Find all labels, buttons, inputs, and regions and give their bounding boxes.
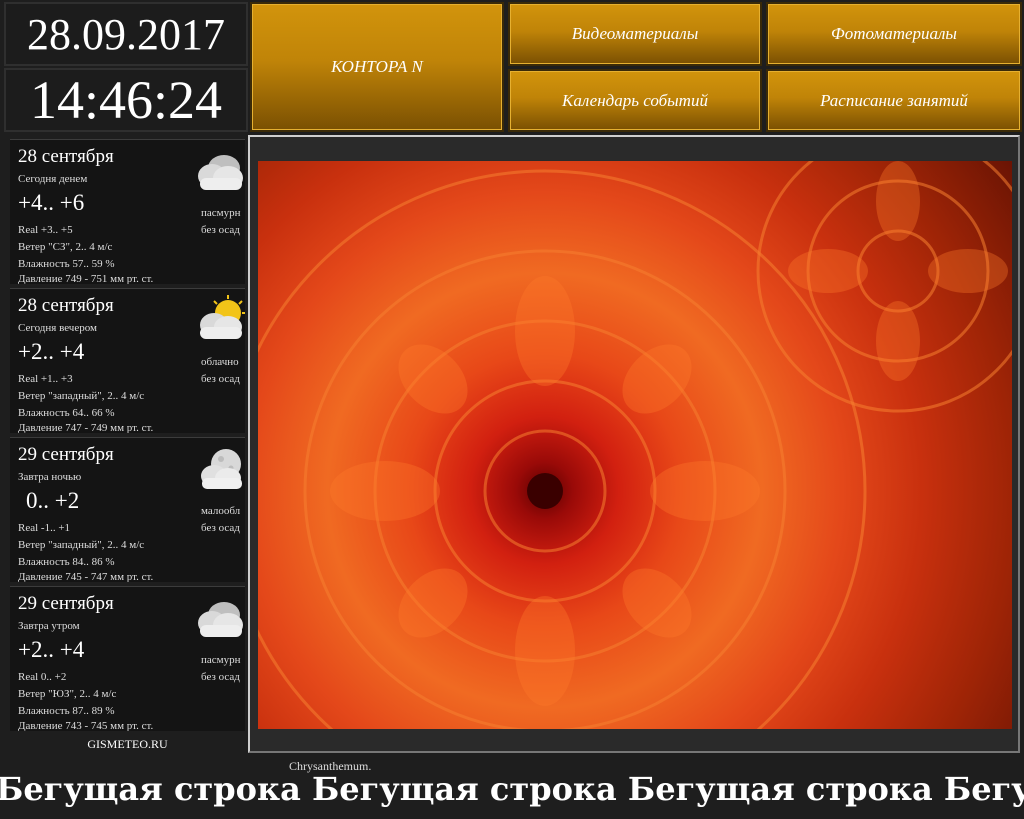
weather-pressure: Давление 745 - 747 мм рт. ст. [18, 571, 154, 582]
weather-humidity: Влажность 57.. 59 % [18, 258, 115, 270]
weather-wind: Ветер "ЮЗ", 2.. 4 м/с [18, 688, 117, 700]
flower-petals-graphic [258, 161, 1012, 729]
weather-humidity: Влажность 84.. 86 % [18, 556, 115, 568]
weather-humidity: Влажность 87.. 89 % [18, 705, 115, 717]
weather-date: 28 сентября [18, 295, 114, 316]
photo-materials-button[interactable]: Фотоматериалы [766, 2, 1022, 66]
event-calendar-label: Календарь событий [562, 90, 708, 110]
chrysanthemum-photo [258, 161, 1012, 729]
weather-pressure: Давление 747 - 749 мм рт. ст. [18, 422, 154, 433]
weather-temperature: 0.. +2 [26, 488, 80, 513]
weather-pressure: Давление 743 - 745 мм рт. ст. [18, 720, 154, 731]
event-calendar-button[interactable]: Календарь событий [508, 69, 762, 132]
ticker-text: Бегущая строка Бегущая строка Бегущая ст… [0, 770, 1024, 808]
time-text: 14:46:24 [29, 70, 222, 130]
weather-real-temp: Real -1.. +1 [18, 522, 71, 534]
weather-pressure: Давление 749 - 751 мм рт. ст. [18, 273, 154, 284]
date-text: 28.09.2017 [27, 9, 225, 59]
weather-temperature: +2.. +4 [18, 339, 85, 364]
weather-real-temp: Real +1.. +3 [18, 373, 73, 385]
weather-date: 28 сентября [18, 146, 114, 167]
photo-materials-label: Фотоматериалы [831, 24, 957, 43]
class-schedule-label: Расписание занятий [820, 90, 968, 110]
weather-precipitation: без осад [201, 373, 240, 385]
video-materials-button[interactable]: Видеоматериалы [508, 2, 762, 66]
cloudy-icon [198, 155, 243, 190]
weather-card: 28 сентября Сегодня вечером +2.. +4 Real… [10, 288, 245, 433]
office-button[interactable]: КОНТОРА N [250, 2, 504, 132]
weather-wind: Ветер "западный", 2.. 4 м/с [18, 390, 145, 402]
office-button-label: КОНТОРА N [331, 57, 423, 76]
weather-temperature: +2.. +4 [18, 637, 85, 662]
weather-card: 29 сентября Завтра утром +2.. +4 Real 0.… [10, 586, 245, 731]
weather-wind: Ветер "СЗ", 2.. 4 м/с [18, 241, 113, 253]
weather-period: Сегодня денем [18, 173, 88, 185]
weather-precipitation: без осад [201, 522, 240, 534]
weather-temperature: +4.. +6 [18, 190, 85, 215]
weather-condition: пасмурн [201, 207, 241, 219]
weather-precipitation: без осад [201, 224, 240, 236]
cloudy-icon [198, 602, 243, 637]
date-display: 28.09.2017 [4, 2, 248, 66]
photo-viewer[interactable] [248, 135, 1020, 753]
moon-cloud-icon [201, 449, 242, 489]
weather-humidity: Влажность 64.. 66 % [18, 407, 115, 419]
weather-condition: облачно [201, 356, 239, 368]
news-ticker: Бегущая строка Бегущая строка Бегущая ст… [0, 770, 1024, 814]
weather-precipitation: без осад [201, 671, 240, 683]
weather-condition: пасмурн [201, 654, 241, 666]
weather-period: Завтра ночью [18, 471, 82, 483]
class-schedule-button[interactable]: Расписание занятий [766, 69, 1022, 132]
weather-condition: малообл [201, 505, 241, 517]
weather-card: 28 сентября Сегодня денем +4.. +6 Real +… [10, 139, 245, 284]
weather-wind: Ветер "западный", 2.. 4 м/с [18, 539, 145, 551]
weather-source-link[interactable]: GISMETEO.RU [10, 737, 245, 752]
weather-real-temp: Real 0.. +2 [18, 671, 67, 683]
weather-period: Сегодня вечером [18, 322, 97, 334]
weather-date: 29 сентября [18, 593, 114, 614]
partly-sunny-icon [200, 295, 245, 339]
weather-card: 29 сентября Завтра ночью 0.. +2 Real -1.… [10, 437, 245, 582]
weather-period: Завтра утром [18, 620, 80, 632]
video-materials-label: Видеоматериалы [571, 24, 699, 43]
time-display: 14:46:24 [4, 68, 248, 132]
weather-date: 29 сентября [18, 444, 114, 465]
weather-real-temp: Real +3.. +5 [18, 224, 73, 236]
